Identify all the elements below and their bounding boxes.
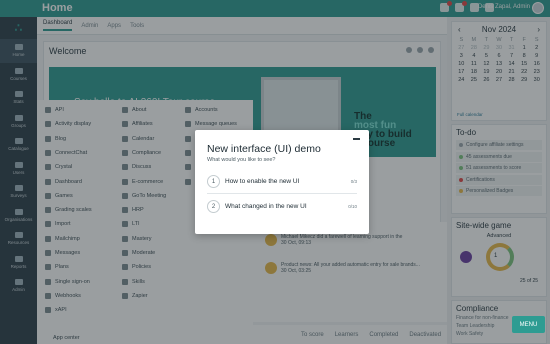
step-number: 2: [207, 200, 220, 213]
step-label: How to enable the new UI: [225, 178, 300, 185]
menu-button[interactable]: MENU: [512, 316, 545, 333]
step-what-changed[interactable]: 2 What changed in the new UI 0/10: [207, 198, 357, 215]
demo-modal: New interface (UI) demo What would you l…: [195, 130, 369, 234]
minimize-icon[interactable]: [353, 138, 360, 140]
modal-title: New interface (UI) demo: [207, 143, 321, 155]
step-enable-new-ui[interactable]: 1 How to enable the new UI 0/3: [207, 173, 357, 190]
modal-subtitle: What would you like to see?: [207, 157, 276, 163]
step-number: 1: [207, 175, 220, 188]
step-count: 0/10: [348, 204, 357, 209]
step-label: What changed in the new UI: [225, 203, 307, 210]
step-divider: [207, 193, 357, 194]
step-count: 0/3: [350, 179, 357, 184]
